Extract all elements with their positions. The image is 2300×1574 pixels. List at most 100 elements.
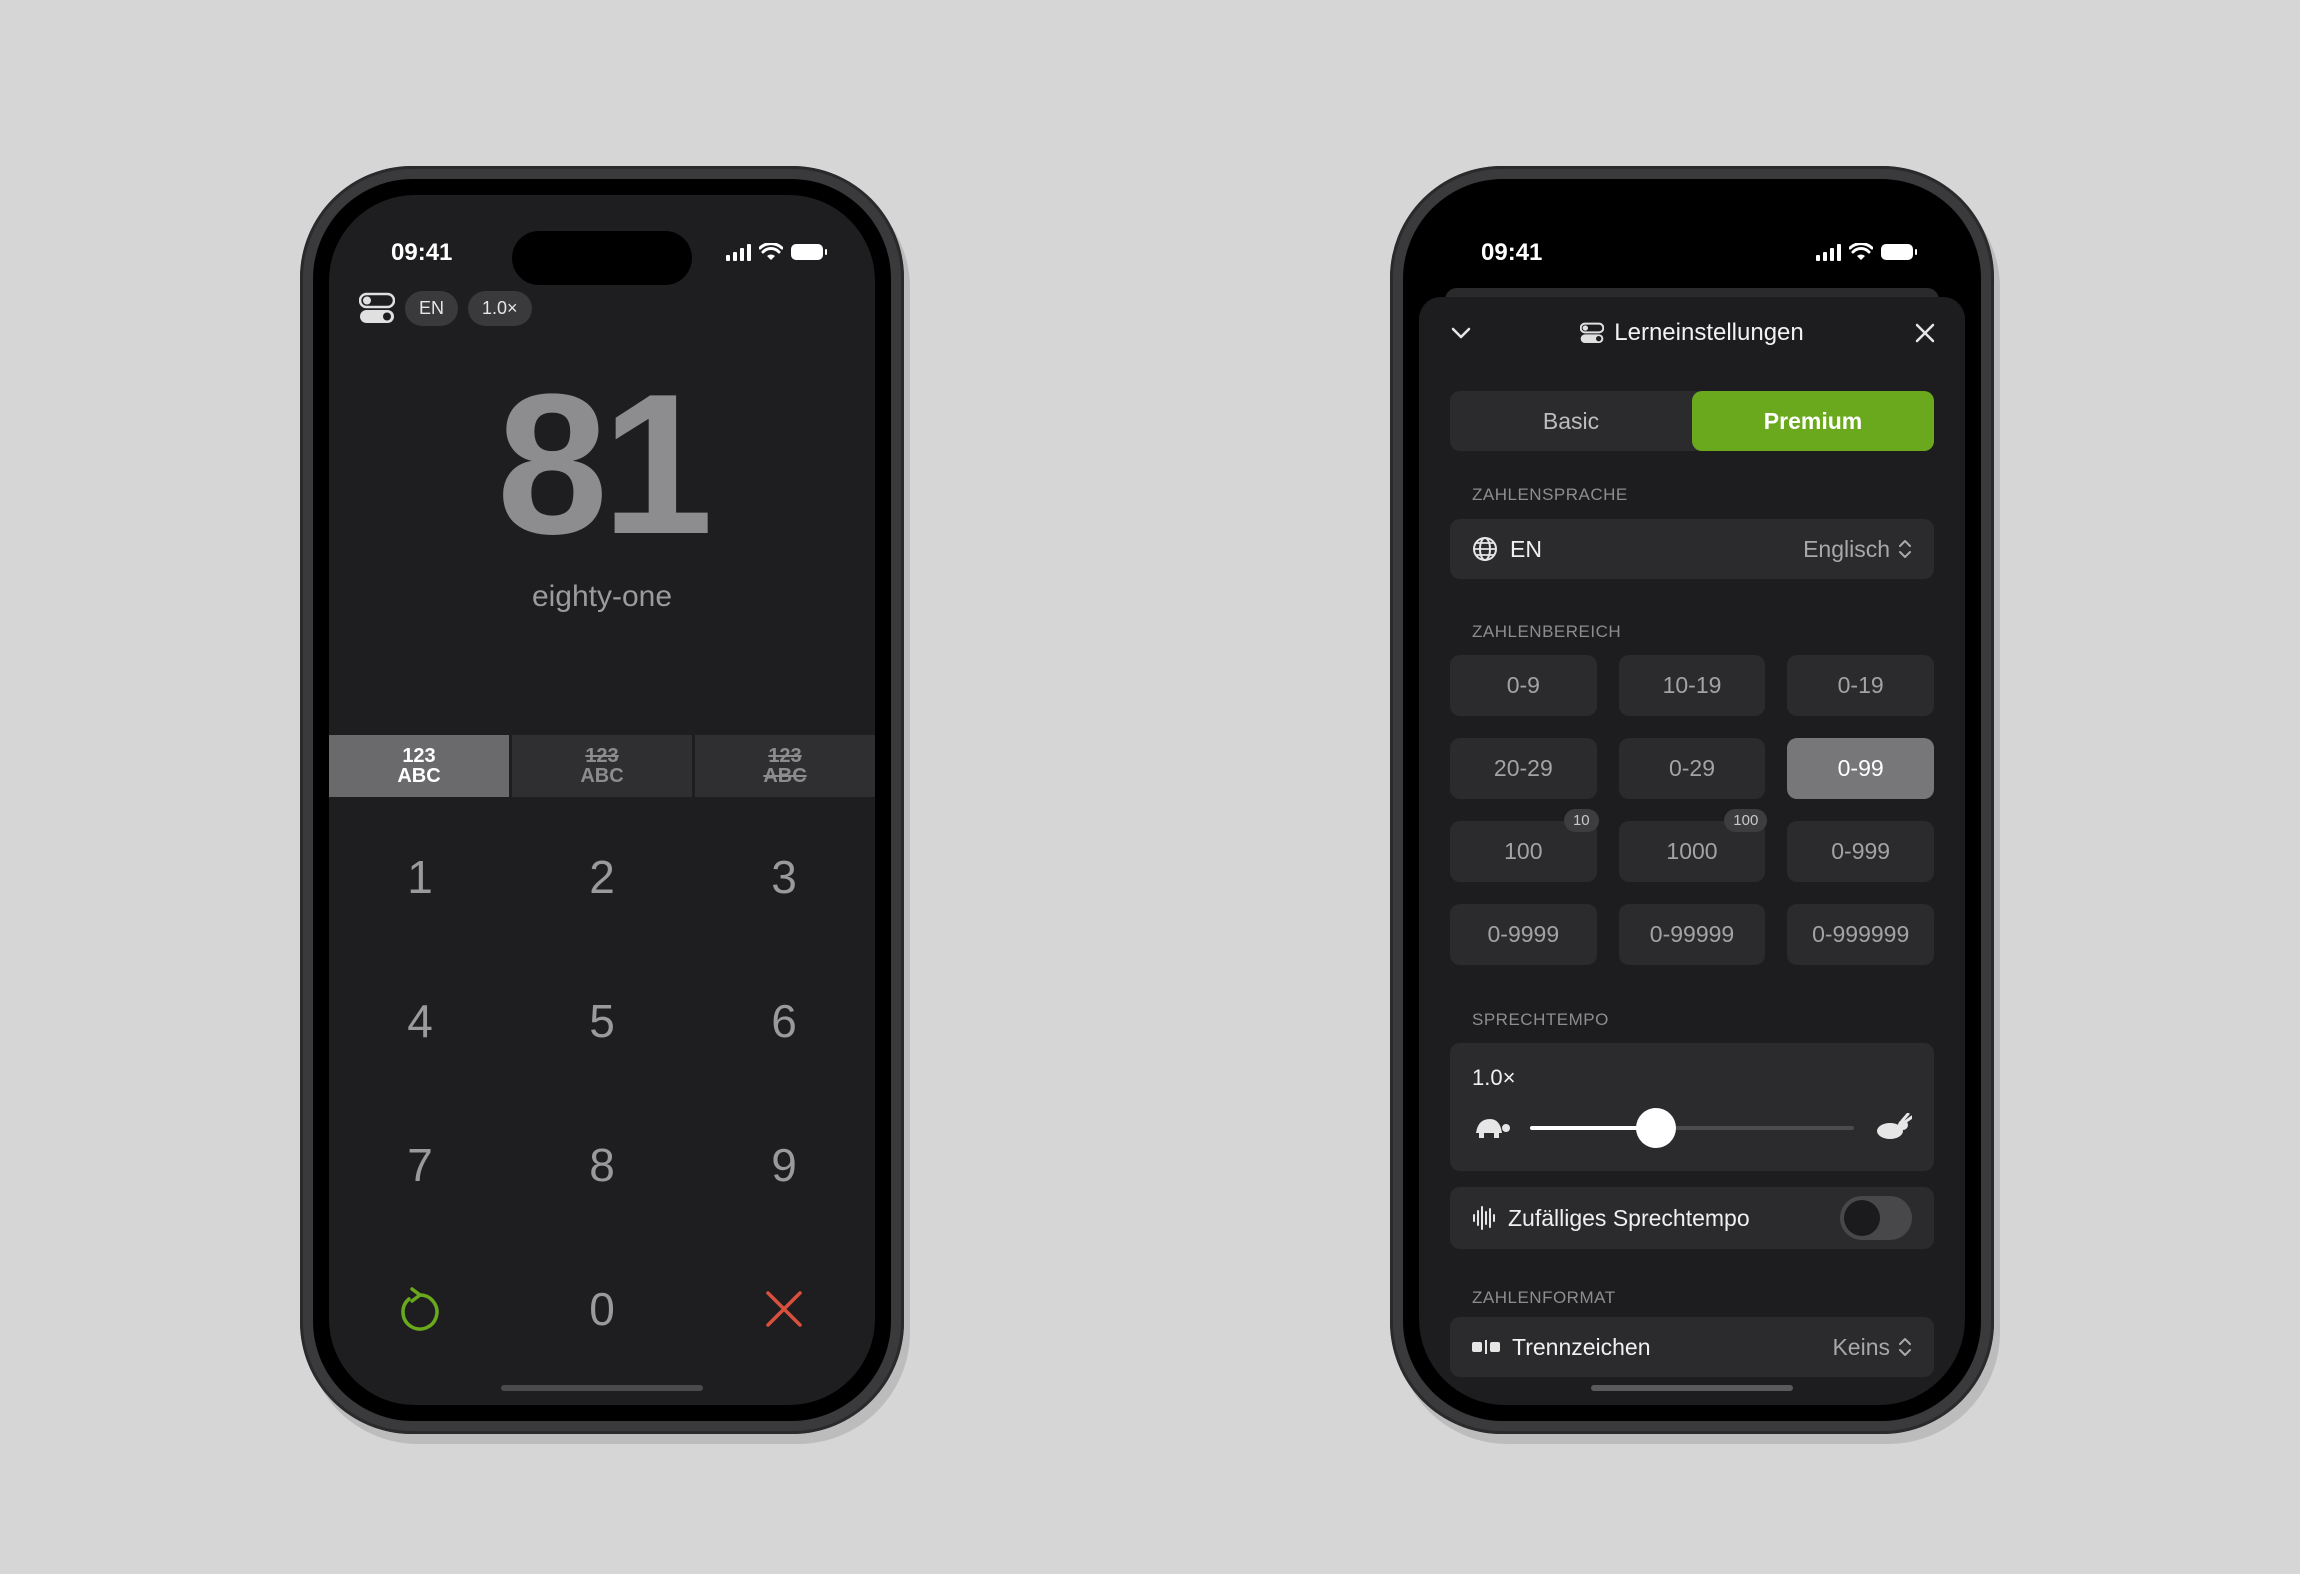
range-option[interactable]: 0-9 bbox=[1450, 655, 1597, 716]
key-5[interactable]: 5 bbox=[511, 949, 693, 1093]
mode-digits-label: 123 bbox=[402, 745, 436, 767]
settings-toggle-icon[interactable] bbox=[359, 290, 395, 326]
mode-digits-label: 123 bbox=[585, 745, 619, 767]
chevron-up-down-icon bbox=[1899, 540, 1911, 558]
separator-picker[interactable]: Trennzeichen Keins bbox=[1450, 1317, 1934, 1377]
close-icon bbox=[766, 1291, 802, 1327]
status-time: 09:41 bbox=[1481, 239, 1543, 266]
mode-words-only[interactable]: 123 ABC bbox=[512, 735, 692, 797]
key-4[interactable]: 4 bbox=[329, 949, 511, 1093]
range-option-selected[interactable]: 0-99 bbox=[1787, 738, 1934, 799]
range-option[interactable]: 10-19 bbox=[1618, 655, 1766, 716]
phone-frame-left: 09:41 EN 1.0× 81 eighty-one 123 ABC 123 … bbox=[300, 166, 904, 1434]
speed-pill[interactable]: 1.0× bbox=[468, 290, 532, 326]
range-label: 0-999999 bbox=[1812, 921, 1910, 947]
sheet-title: Lerneinstellungen bbox=[1419, 319, 1965, 347]
status-time: 09:41 bbox=[391, 239, 453, 266]
display-mode-selector: 123 ABC 123 ABC 123 ABC bbox=[329, 735, 875, 797]
range-option[interactable]: 20-29 bbox=[1450, 738, 1597, 799]
key-3[interactable]: 3 bbox=[693, 805, 875, 949]
replay-button[interactable] bbox=[329, 1237, 511, 1381]
wifi-icon bbox=[1849, 243, 1873, 260]
language-pill[interactable]: EN bbox=[405, 290, 459, 326]
mode-words-label: ABC bbox=[580, 765, 624, 787]
globe-icon bbox=[1472, 536, 1498, 562]
status-bar: 09:41 bbox=[329, 239, 875, 275]
key-7[interactable]: 7 bbox=[329, 1093, 511, 1237]
settings-toggle-icon bbox=[1580, 322, 1605, 343]
range-option[interactable]: 0-29 bbox=[1618, 738, 1766, 799]
delete-button[interactable] bbox=[693, 1237, 875, 1381]
step-badge: 10 bbox=[1563, 809, 1599, 832]
cellular-signal-icon bbox=[1816, 243, 1841, 261]
separator-icon bbox=[1472, 1339, 1500, 1355]
range-option[interactable]: 0-9999 bbox=[1450, 904, 1597, 965]
language-name: Englisch bbox=[1803, 535, 1890, 562]
range-option[interactable]: 0-99999 bbox=[1618, 904, 1766, 965]
separator-value: Keins bbox=[1832, 1333, 1890, 1360]
waveform-icon bbox=[1472, 1205, 1496, 1231]
range-label: 100 bbox=[1504, 838, 1543, 864]
displayed-number: 81 bbox=[496, 353, 713, 576]
status-bar: 09:41 bbox=[1419, 239, 1965, 275]
section-label-language: ZAHLENSPRACHE bbox=[1472, 485, 1628, 504]
mode-audio-only[interactable]: 123 ABC bbox=[695, 735, 875, 797]
range-label: 0-999 bbox=[1831, 838, 1891, 864]
key-8[interactable]: 8 bbox=[511, 1093, 693, 1237]
key-6[interactable]: 6 bbox=[693, 949, 875, 1093]
separator-label: Trennzeichen bbox=[1512, 1333, 1651, 1360]
mode-digits-and-words[interactable]: 123 ABC bbox=[329, 735, 509, 797]
sheet-title-text: Lerneinstellungen bbox=[1614, 319, 1804, 346]
range-label: 10-19 bbox=[1662, 672, 1722, 698]
tempo-card: 1.0× bbox=[1450, 1043, 1934, 1171]
random-tempo-row: Zufälliges Sprechtempo bbox=[1450, 1187, 1934, 1249]
cellular-signal-icon bbox=[726, 243, 751, 261]
section-label-tempo: SPRECHTEMPO bbox=[1472, 1010, 1609, 1029]
battery-icon bbox=[791, 244, 827, 260]
section-label-format: ZAHLENFORMAT bbox=[1472, 1288, 1616, 1307]
range-option[interactable]: 0-999 bbox=[1787, 821, 1934, 882]
range-label: 0-99 bbox=[1837, 755, 1884, 781]
chevron-up-down-icon bbox=[1899, 1338, 1911, 1356]
battery-icon bbox=[1881, 244, 1917, 260]
step-badge: 100 bbox=[1724, 809, 1768, 832]
section-label-range: ZAHLENBEREICH bbox=[1472, 622, 1622, 641]
range-option[interactable]: 1000 100 bbox=[1618, 809, 1768, 882]
random-tempo-label: Zufälliges Sprechtempo bbox=[1508, 1204, 1750, 1231]
home-indicator bbox=[1591, 1385, 1793, 1391]
mode-words-label: ABC bbox=[763, 765, 807, 787]
segment-basic[interactable]: Basic bbox=[1450, 391, 1692, 451]
range-option[interactable]: 100 10 bbox=[1450, 809, 1599, 882]
range-option[interactable]: 0-19 bbox=[1787, 655, 1934, 716]
tempo-value: 1.0× bbox=[1472, 1065, 1516, 1090]
rabbit-icon bbox=[1877, 1113, 1912, 1139]
segment-premium[interactable]: Premium bbox=[1692, 391, 1934, 451]
toggle-knob bbox=[1844, 1200, 1880, 1236]
tempo-slider-thumb[interactable] bbox=[1636, 1108, 1677, 1148]
language-picker[interactable]: EN Englisch bbox=[1450, 519, 1934, 579]
range-label: 0-19 bbox=[1837, 672, 1884, 698]
key-0[interactable]: 0 bbox=[511, 1237, 693, 1381]
range-label: 0-29 bbox=[1668, 755, 1716, 781]
range-label: 20-29 bbox=[1493, 755, 1553, 781]
quick-settings-bar: EN 1.0× bbox=[359, 290, 532, 326]
replay-icon bbox=[401, 1287, 439, 1331]
close-icon[interactable] bbox=[1913, 321, 1937, 345]
plan-segmented-control: Basic Premium bbox=[1450, 391, 1934, 451]
number-words: eighty-one bbox=[531, 580, 673, 613]
range-label: 0-9999 bbox=[1487, 921, 1560, 947]
range-option[interactable]: 0-999999 bbox=[1787, 904, 1934, 965]
random-tempo-toggle[interactable] bbox=[1840, 1196, 1912, 1240]
key-2[interactable]: 2 bbox=[511, 805, 693, 949]
mode-digits-label: 123 bbox=[768, 745, 802, 767]
turtle-icon bbox=[1476, 1119, 1510, 1138]
settings-screen: 09:41 Lerneinstellungen Basic Premium ZA… bbox=[1419, 195, 1965, 1405]
mode-words-label: ABC bbox=[397, 765, 441, 787]
sheet-header: Lerneinstellungen bbox=[1419, 297, 1965, 367]
key-9[interactable]: 9 bbox=[693, 1093, 875, 1237]
range-label: 0-99999 bbox=[1649, 921, 1735, 947]
phone-frame-right: 09:41 Lerneinstellungen Basic Premium ZA… bbox=[1390, 166, 1994, 1434]
key-1[interactable]: 1 bbox=[329, 805, 511, 949]
tempo-slider[interactable] bbox=[1530, 1108, 1854, 1148]
language-code: EN bbox=[1510, 535, 1542, 562]
